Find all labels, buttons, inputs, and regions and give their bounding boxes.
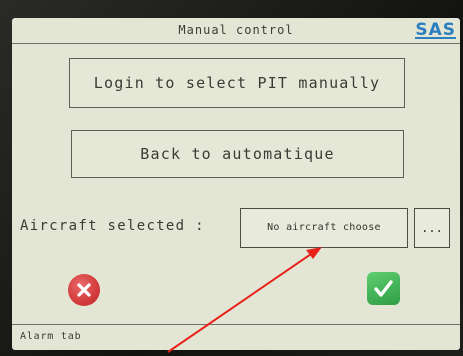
close-icon xyxy=(77,283,91,297)
back-to-automatic-button[interactable]: Back to automatique xyxy=(71,130,404,178)
login-select-pit-button[interactable]: Login to select PIT manually xyxy=(69,58,405,108)
title-bar: Manual control SAS xyxy=(12,18,460,44)
aircraft-selected-label: Aircraft selected : xyxy=(20,218,205,234)
hmi-screen: Manual control SAS Login to select PIT m… xyxy=(12,18,460,350)
page-title: Manual control xyxy=(178,23,294,37)
aircraft-select-field[interactable]: No aircraft choose xyxy=(240,208,408,248)
cancel-button[interactable] xyxy=(68,274,100,306)
checkmark-icon xyxy=(374,280,393,297)
footer-bar: Alarm tab xyxy=(12,324,460,350)
logo-text: SAS xyxy=(415,20,456,40)
alarm-tab[interactable]: Alarm tab xyxy=(20,331,81,342)
aircraft-more-button[interactable]: ... xyxy=(414,208,450,248)
sas-logo: SAS xyxy=(415,20,456,40)
confirm-button[interactable] xyxy=(367,272,400,305)
